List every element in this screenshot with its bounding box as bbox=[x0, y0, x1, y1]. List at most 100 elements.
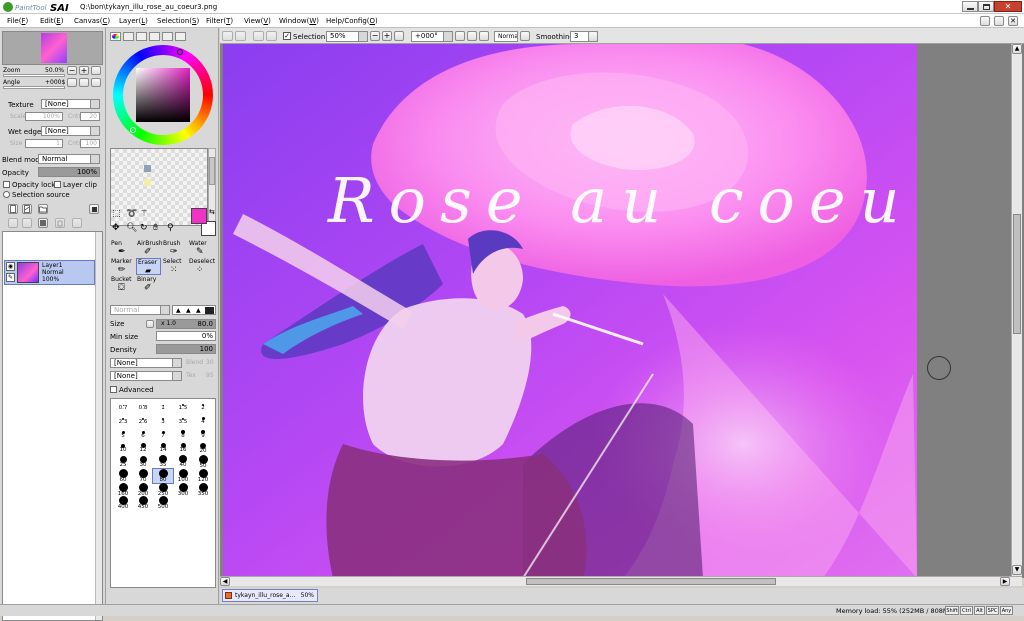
brush-size-250[interactable]: 250 bbox=[153, 482, 173, 496]
menu-selection[interactable]: Selection(S) bbox=[157, 17, 199, 25]
zoom-minus-button[interactable]: − bbox=[370, 31, 380, 41]
angle-slider[interactable] bbox=[3, 86, 65, 89]
brush-size-40[interactable]: 40 bbox=[173, 455, 193, 469]
brush-texture1-select[interactable]: [None] bbox=[110, 358, 182, 368]
tool-select[interactable]: Select ⁙ bbox=[162, 258, 187, 275]
vertical-scrollbar[interactable]: ▲ ▼ bbox=[1011, 44, 1022, 576]
swap-colors-icon[interactable]: ⇆ bbox=[209, 208, 215, 216]
tool-brush[interactable]: Brush ✑ bbox=[162, 240, 187, 257]
brush-size-25[interactable]: 25 bbox=[113, 455, 133, 469]
wet-edge-select[interactable]: [None] bbox=[41, 126, 100, 136]
menu-view[interactable]: View(V) bbox=[244, 17, 271, 25]
brush-size-160[interactable]: 160 bbox=[113, 482, 133, 496]
horizontal-scrollbar[interactable]: ◀ ▶ bbox=[220, 576, 1022, 586]
mixer-tab[interactable] bbox=[149, 32, 160, 41]
brush-size-20[interactable]: 20 bbox=[193, 442, 213, 456]
brush-size-12[interactable]: 12 bbox=[133, 442, 153, 456]
brush-size-500[interactable]: 500 bbox=[153, 496, 173, 510]
scroll-right-button[interactable]: ▶ bbox=[1000, 577, 1010, 586]
hand-tool-icon[interactable]: ✋︎ bbox=[153, 223, 158, 233]
scroll-down-button[interactable]: ▼ bbox=[1012, 565, 1022, 575]
merge-down-button[interactable] bbox=[22, 218, 32, 228]
brush-size-2.6[interactable]: 2.6 bbox=[133, 415, 153, 429]
rgb-slider-tab[interactable] bbox=[123, 32, 134, 41]
selection-checkbox[interactable]: ✓ bbox=[283, 32, 291, 40]
brush-size-0.8[interactable]: 0.8 bbox=[133, 401, 153, 415]
menu-edit[interactable]: Edit(E) bbox=[40, 17, 63, 25]
zoom-slider[interactable] bbox=[3, 74, 65, 77]
zoom-reset-button[interactable] bbox=[91, 66, 101, 75]
vertical-scroll-thumb[interactable] bbox=[1013, 214, 1021, 334]
sv-marker[interactable] bbox=[130, 127, 136, 133]
layer-mask-button[interactable] bbox=[89, 204, 99, 214]
saturation-value-square[interactable] bbox=[136, 68, 190, 122]
brush-size-9[interactable]: 9 bbox=[193, 428, 213, 442]
brush-shape-selector[interactable]: ▲ ▲ ▲ bbox=[172, 305, 216, 315]
zoom-out-button[interactable]: − bbox=[67, 66, 77, 75]
tool-binary[interactable]: Binary ✐ bbox=[136, 276, 161, 293]
brush-shape-round-icon[interactable]: ▲ bbox=[176, 307, 181, 314]
brush-shape-soft-icon[interactable]: ▲ bbox=[196, 307, 201, 314]
brush-size-100[interactable]: 100 bbox=[173, 469, 193, 483]
size-multiplier-toggle[interactable] bbox=[146, 320, 154, 328]
zoom-in-button[interactable]: + bbox=[79, 66, 89, 75]
scroll-up-button[interactable]: ▲ bbox=[1012, 44, 1022, 54]
color-wheel[interactable] bbox=[113, 45, 213, 145]
rotate-tool-icon[interactable]: ↻ bbox=[140, 223, 148, 233]
brush-size-35[interactable]: 35 bbox=[153, 455, 173, 469]
menu-layer[interactable]: Layer(L) bbox=[119, 17, 148, 25]
tool-mode-select[interactable]: Normal bbox=[110, 305, 170, 315]
menu-window[interactable]: Window(W) bbox=[279, 17, 319, 25]
invert-selection-button[interactable] bbox=[266, 31, 277, 41]
zoom-plus-button[interactable]: + bbox=[382, 31, 392, 41]
brush-size-70[interactable]: 70 bbox=[133, 469, 153, 483]
selection-source-radio[interactable] bbox=[3, 191, 10, 198]
menu-filter[interactable]: Filter(T) bbox=[206, 17, 233, 25]
brush-shape-flat-icon[interactable]: ▲ bbox=[186, 307, 191, 314]
opacity-slider[interactable]: 100% bbox=[38, 167, 100, 177]
brush-size-30[interactable]: 30 bbox=[133, 455, 153, 469]
flip-button[interactable] bbox=[520, 31, 530, 41]
color-wheel-tab[interactable] bbox=[110, 32, 121, 41]
brush-size-80[interactable]: 80 bbox=[152, 468, 174, 484]
view-mode-select[interactable]: Normal bbox=[494, 31, 518, 42]
menu-canvas[interactable]: Canvas(C) bbox=[74, 17, 110, 25]
brush-size-60[interactable]: 60 bbox=[113, 469, 133, 483]
rotate-reset-canvas-button[interactable] bbox=[479, 31, 489, 41]
rotate-cw-button[interactable] bbox=[467, 31, 477, 41]
tool-bucket[interactable]: Bucket ⛋ bbox=[110, 276, 135, 293]
new-folder-button[interactable] bbox=[38, 204, 48, 214]
rotate-right-button[interactable] bbox=[79, 78, 89, 87]
rotate-left-button[interactable] bbox=[67, 78, 77, 87]
canvas-tab[interactable]: tykayn_illu_rose_a... 50% bbox=[222, 589, 318, 602]
brush-size-2.3[interactable]: 2.3 bbox=[113, 415, 133, 429]
tool-pen[interactable]: Pen ✒ bbox=[110, 240, 135, 257]
brush-size-50[interactable]: 50 bbox=[193, 455, 213, 469]
brush-size-3.5[interactable]: 3.5 bbox=[173, 415, 193, 429]
maximize-button[interactable] bbox=[978, 1, 994, 12]
tool-deselect[interactable]: Deselect ⁘ bbox=[188, 258, 215, 275]
merge-visible-button[interactable] bbox=[72, 218, 82, 228]
layer-row[interactable]: ◉ ✎ Layer1 Normal 100% bbox=[4, 260, 95, 285]
brush-size-5[interactable]: 5 bbox=[113, 428, 133, 442]
zoom-fit-button[interactable] bbox=[394, 31, 404, 41]
magic-wand-icon[interactable]: ⚚ bbox=[140, 209, 148, 219]
texture-select[interactable]: [None] bbox=[41, 99, 100, 109]
size-slider[interactable]: x 1.0 80.0 bbox=[156, 319, 216, 329]
pen-lock-icon[interactable]: ✎ bbox=[6, 273, 15, 282]
brush-size-8[interactable]: 8 bbox=[173, 428, 193, 442]
brush-size-0.7[interactable]: 0.7 bbox=[113, 401, 133, 415]
scratch-swatch[interactable] bbox=[144, 165, 151, 172]
delete-layer-button[interactable] bbox=[55, 218, 65, 228]
menu-help-config[interactable]: Help/Config(O) bbox=[326, 17, 378, 25]
horizontal-scroll-thumb[interactable] bbox=[526, 578, 776, 585]
layer-list-scrollbar[interactable] bbox=[95, 232, 102, 620]
scroll-left-button[interactable]: ◀ bbox=[220, 577, 230, 586]
scratchpad-tab[interactable] bbox=[175, 32, 186, 41]
brush-size-450[interactable]: 450 bbox=[133, 496, 153, 510]
brush-size-10[interactable]: 10 bbox=[113, 442, 133, 456]
density-slider[interactable]: 100 bbox=[156, 344, 216, 354]
menu-restore-button[interactable] bbox=[980, 16, 990, 26]
zoom-tool-icon[interactable]: 🔍︎ bbox=[126, 223, 137, 233]
rect-select-icon[interactable]: ⬚ bbox=[112, 209, 121, 219]
